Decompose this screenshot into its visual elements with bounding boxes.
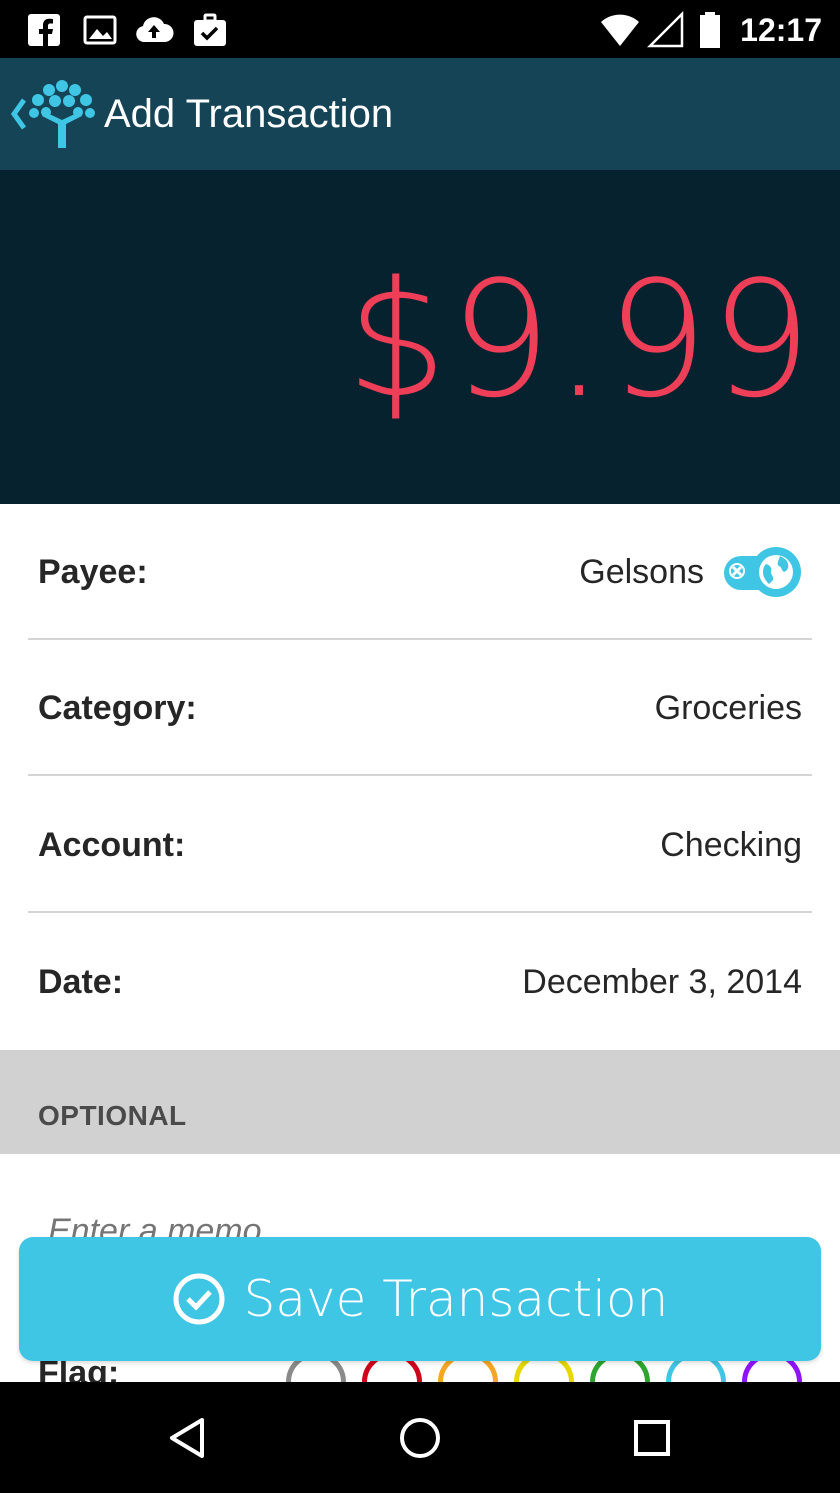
date-row[interactable]: Date: December 3, 2014 [28, 914, 812, 1050]
signal-icon [646, 10, 684, 48]
battery-icon [700, 12, 720, 48]
date-value[interactable]: December 3, 2014 [522, 914, 802, 1050]
account-value[interactable]: Checking [660, 777, 802, 913]
category-value[interactable]: Groceries [655, 640, 802, 776]
system-nav-bar [0, 1382, 840, 1493]
recents-square-icon[interactable] [628, 1414, 676, 1462]
page-title: Add Transaction [104, 92, 394, 136]
image-icon [83, 15, 117, 45]
optional-section-header: OPTIONAL [0, 1050, 840, 1154]
amount-panel[interactable]: $9.99 [0, 170, 840, 504]
optional-heading: OPTIONAL [38, 1100, 187, 1131]
cloud-upload-icon [136, 17, 174, 42]
payee-label: Payee: [38, 553, 148, 591]
transaction-form: Payee: Gelsons Category: Groceries Accou… [0, 504, 840, 1050]
home-circle-icon[interactable] [396, 1414, 444, 1462]
payee-location-toggle-icon[interactable] [722, 544, 802, 600]
facebook-icon [28, 14, 60, 46]
account-row[interactable]: Account: Checking [28, 777, 812, 913]
date-label: Date: [38, 963, 124, 1001]
save-transaction-button[interactable]: Save Transaction [19, 1237, 821, 1361]
wifi-icon [601, 14, 639, 46]
save-transaction-label: Save Transaction [243, 1270, 669, 1328]
briefcase-check-icon [194, 13, 226, 46]
account-label: Account: [38, 826, 186, 864]
payee-row[interactable]: Payee: Gelsons [28, 504, 812, 640]
transaction-amount[interactable]: $9.99 [346, 250, 814, 430]
status-bar: 12:17 [0, 0, 840, 58]
category-label: Category: [38, 689, 197, 727]
category-row[interactable]: Category: Groceries [28, 640, 812, 776]
ynab-tree-logo[interactable] [28, 78, 96, 150]
check-circle-icon [173, 1273, 225, 1325]
payee-value[interactable]: Gelsons [579, 504, 704, 640]
back-triangle-icon[interactable] [164, 1414, 212, 1462]
app-bar: Add Transaction [0, 58, 840, 170]
status-clock: 12:17 [740, 12, 822, 48]
back-chevron-icon[interactable] [8, 94, 28, 134]
